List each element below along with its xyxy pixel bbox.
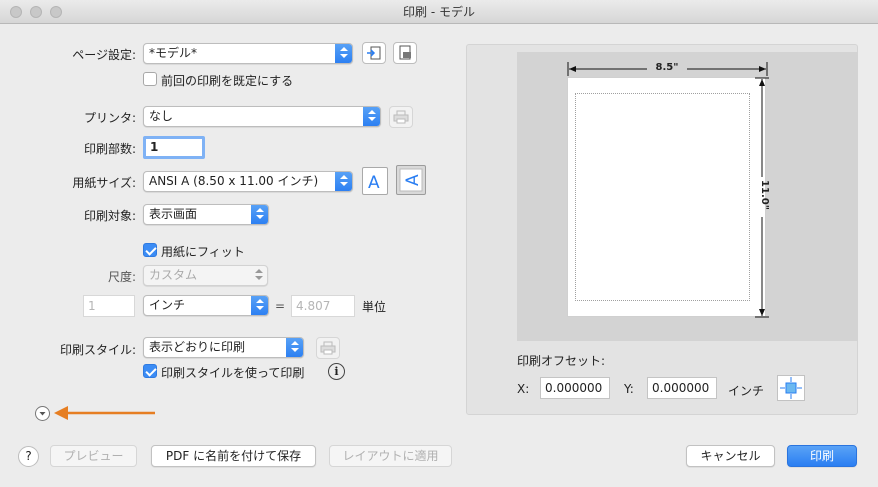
copies-input[interactable]: 1 — [143, 136, 205, 159]
landscape-icon: A — [399, 168, 423, 192]
window-titlebar: 印刷 - モデル — [0, 0, 878, 24]
cancel-button[interactable]: キャンセル — [686, 445, 775, 467]
plot-style-value: 表示どおりに印刷 — [149, 340, 246, 354]
minimize-window-button[interactable] — [30, 6, 42, 18]
apply-to-layout-button[interactable]: レイアウトに適用 — [329, 445, 452, 467]
offset-y-label: Y: — [624, 382, 634, 396]
printer-properties-button[interactable] — [389, 106, 413, 128]
page-setup-label: ページ設定: — [72, 48, 136, 62]
paper-size-value: ANSI A (8.50 x 11.00 インチ) — [149, 174, 319, 188]
use-plot-style-checkbox[interactable] — [143, 364, 157, 378]
print-area-dropdown[interactable]: 表示画面 — [143, 204, 269, 225]
fit-to-paper-checkbox[interactable] — [143, 243, 157, 257]
paper-size-label: 用紙サイズ: — [72, 176, 136, 190]
scale-inches-input[interactable]: 1 — [83, 295, 135, 317]
scale-label: 尺度: — [107, 270, 136, 284]
save-as-pdf-button[interactable]: PDF に名前を付けて保存 — [151, 445, 316, 467]
print-offset-title: 印刷オフセット: — [517, 354, 606, 368]
printer-icon — [320, 341, 336, 355]
printer-value: なし — [149, 109, 174, 123]
center-plot-icon — [780, 377, 802, 399]
offset-y-input[interactable]: 0.000000 — [647, 377, 717, 399]
svg-text:A: A — [368, 173, 380, 193]
width-dimension-label: 8.5" — [655, 62, 679, 73]
svg-text:A: A — [403, 174, 423, 186]
help-button[interactable]: ? — [18, 446, 39, 467]
page-setup-dropdown[interactable]: *モデル* — [143, 43, 353, 64]
chevron-updown-icon — [251, 205, 268, 224]
portrait-button[interactable]: A — [362, 167, 388, 195]
printer-dropdown[interactable]: なし — [143, 106, 381, 127]
scale-unit-value: インチ — [149, 298, 186, 312]
chevron-updown-icon — [363, 107, 380, 126]
page-setup-default-checkbox[interactable] — [143, 72, 157, 86]
page-setup-value: *モデル* — [149, 46, 198, 60]
height-dimension-label: 11.0" — [759, 180, 770, 210]
copies-label: 印刷部数: — [83, 142, 136, 156]
zoom-window-button[interactable] — [50, 6, 62, 18]
use-plot-style-label: 印刷スタイルを使って印刷 — [161, 366, 305, 380]
scale-units-label: 単位 — [362, 300, 387, 314]
print-area-value: 表示画面 — [149, 207, 198, 221]
paper-size-dropdown[interactable]: ANSI A (8.50 x 11.00 インチ) — [143, 171, 353, 192]
fit-to-paper-label: 用紙にフィット — [161, 245, 245, 259]
plot-style-dropdown[interactable]: 表示どおりに印刷 — [143, 337, 304, 358]
center-plot-button[interactable] — [777, 375, 805, 401]
portrait-icon: A — [368, 173, 380, 193]
page-setup-default-label: 前回の印刷を既定にする — [161, 74, 294, 88]
landscape-button[interactable]: A — [396, 165, 426, 195]
print-area-label: 印刷対象: — [83, 209, 136, 223]
close-window-button[interactable] — [10, 6, 22, 18]
plot-style-label: 印刷スタイル: — [59, 343, 136, 357]
offset-x-input[interactable]: 0.000000 — [540, 377, 610, 399]
import-icon — [367, 46, 381, 60]
scale-equals-sign: = — [275, 299, 286, 313]
chevron-down-icon — [39, 412, 46, 416]
scale-units-input[interactable]: 4.807 — [291, 295, 355, 317]
offset-x-label: X: — [517, 382, 530, 396]
chevron-updown-icon — [251, 296, 268, 315]
page-setup-manager-button[interactable] — [393, 42, 417, 64]
scale-dropdown[interactable]: カスタム — [143, 265, 268, 286]
window-title: 印刷 - モデル — [403, 5, 475, 19]
print-button[interactable]: 印刷 — [787, 445, 857, 467]
scale-value: カスタム — [149, 268, 198, 282]
info-icon[interactable]: i — [328, 363, 345, 380]
printer-label: プリンタ: — [83, 111, 136, 125]
plot-style-edit-button[interactable] — [316, 337, 340, 359]
expand-options-button[interactable] — [35, 406, 50, 421]
offset-unit-label: インチ — [728, 384, 765, 398]
import-page-setup-button[interactable] — [362, 42, 386, 64]
chevron-updown-icon — [250, 266, 267, 285]
preview-button[interactable]: プレビュー — [50, 445, 137, 467]
printer-icon — [393, 110, 409, 124]
arrow-annotation-icon — [54, 406, 155, 420]
chevron-updown-icon — [286, 338, 303, 357]
chevron-updown-icon — [335, 172, 352, 191]
chevron-updown-icon — [335, 44, 352, 63]
printer-setup-icon — [399, 45, 411, 60]
scale-unit-dropdown[interactable]: インチ — [143, 295, 269, 316]
printable-area — [575, 93, 750, 301]
